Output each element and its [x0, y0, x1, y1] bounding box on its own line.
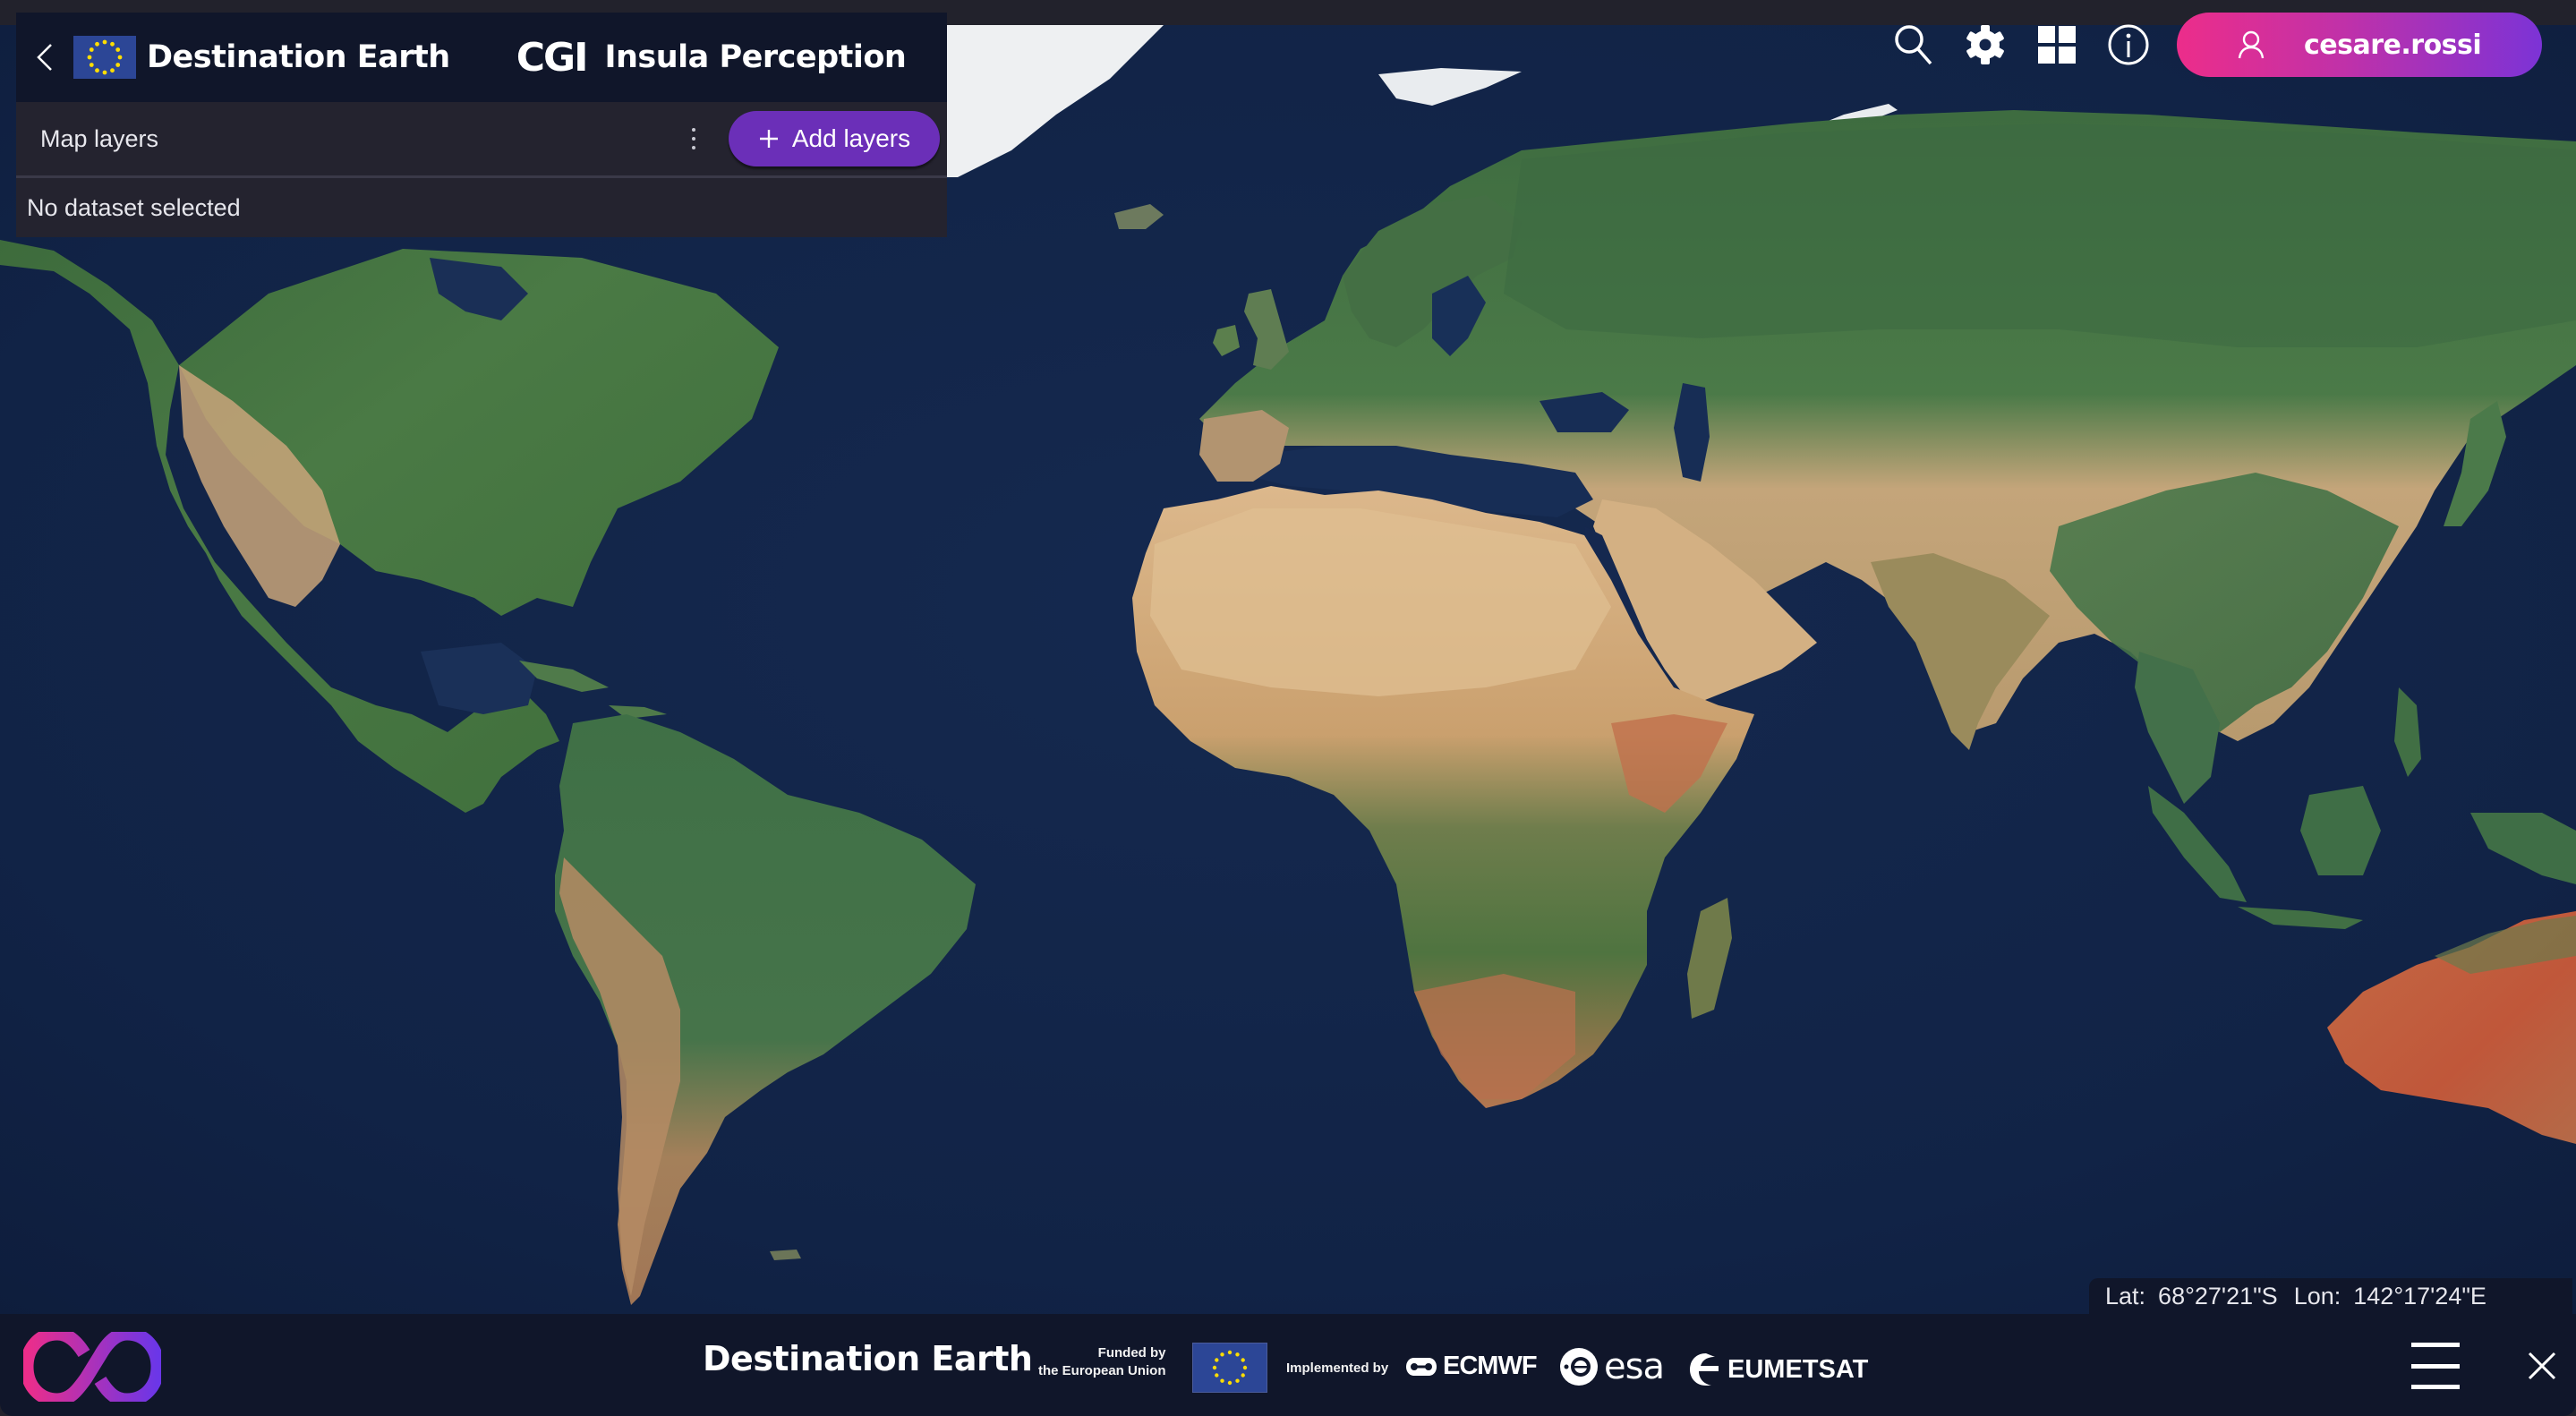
funded-line-2: the European Union	[1038, 1363, 1166, 1378]
brand-title: Destination Earth	[147, 39, 450, 75]
footer-bar: Destination Earth Funded by the European…	[0, 1314, 2576, 1416]
falkland-islands	[770, 1250, 801, 1260]
eumetsat-label: EUMETSAT	[1727, 1354, 1869, 1384]
search-button[interactable]	[1878, 13, 1949, 77]
search-icon	[1895, 25, 1932, 65]
grid-icon	[2038, 26, 2076, 64]
eu-flag-footer	[1192, 1343, 1267, 1393]
top-toolbar: cesare.rossi	[1878, 13, 2576, 77]
settings-button[interactable]	[1949, 13, 2021, 77]
dataset-status-row: No dataset selected	[16, 178, 947, 237]
plus-icon	[759, 130, 778, 148]
ecmwf-icon	[1406, 1357, 1437, 1376]
add-layers-button[interactable]: Add layers	[729, 111, 940, 166]
product-name: Insula Perception	[604, 39, 907, 75]
add-layers-label: Add layers	[791, 124, 911, 152]
panel-header: Destination Earth CGI Insula Perception	[16, 13, 947, 102]
map-layers-title: Map layers	[40, 124, 159, 152]
footer-brand: Destination Earth	[703, 1339, 1033, 1378]
funded-by-text: Funded by the European Union	[1038, 1344, 1166, 1380]
hamburger-menu-icon[interactable]	[2411, 1343, 2463, 1389]
no-dataset-text: No dataset selected	[27, 193, 241, 221]
eu-stars-icon	[1212, 1350, 1248, 1386]
esa-logo: esa	[1559, 1346, 1665, 1387]
layers-panel: Destination Earth CGI Insula Perception …	[16, 13, 947, 237]
esa-label: esa	[1604, 1346, 1665, 1387]
ecmwf-label: ECMWF	[1443, 1352, 1538, 1380]
siberia	[1504, 124, 2576, 347]
back-button[interactable]	[16, 13, 73, 102]
eumetsat-logo: EUMETSAT	[1688, 1352, 1868, 1387]
info-icon	[2108, 24, 2149, 65]
user-icon	[2238, 30, 2265, 59]
map-layers-header: Map layers Add layers	[16, 102, 947, 178]
cursor-coordinates: Lat: 68°27'21"S Lon: 142°17'24"E	[2089, 1278, 2572, 1314]
lat-label: Lat:	[2105, 1282, 2146, 1309]
info-button[interactable]	[2093, 13, 2164, 77]
ecmwf-logo: ECMWF	[1405, 1352, 1538, 1381]
close-icon[interactable]	[2526, 1350, 2558, 1382]
esa-icon	[1560, 1348, 1598, 1386]
apps-button[interactable]	[2021, 13, 2093, 77]
destine-infinity-logo[interactable]	[23, 1332, 161, 1402]
username: cesare.rossi	[2304, 29, 2482, 61]
funded-line-1: Funded by	[1097, 1345, 1166, 1361]
eu-stars-icon	[87, 39, 123, 75]
cgi-logo: CGI	[516, 34, 589, 81]
user-menu-button[interactable]: cesare.rossi	[2177, 13, 2542, 77]
implemented-by-text: Implemented by	[1286, 1361, 1389, 1376]
kebab-menu-icon[interactable]	[680, 112, 707, 166]
chevron-left-icon	[37, 44, 52, 71]
lon-value: 142°17'24"E	[2353, 1282, 2486, 1309]
eumetsat-icon	[1690, 1353, 1719, 1386]
lat-value: 68°27'21"S	[2158, 1282, 2278, 1309]
eu-flag-logo	[73, 36, 136, 79]
gear-icon	[1966, 25, 2004, 64]
lon-label: Lon:	[2293, 1282, 2341, 1309]
